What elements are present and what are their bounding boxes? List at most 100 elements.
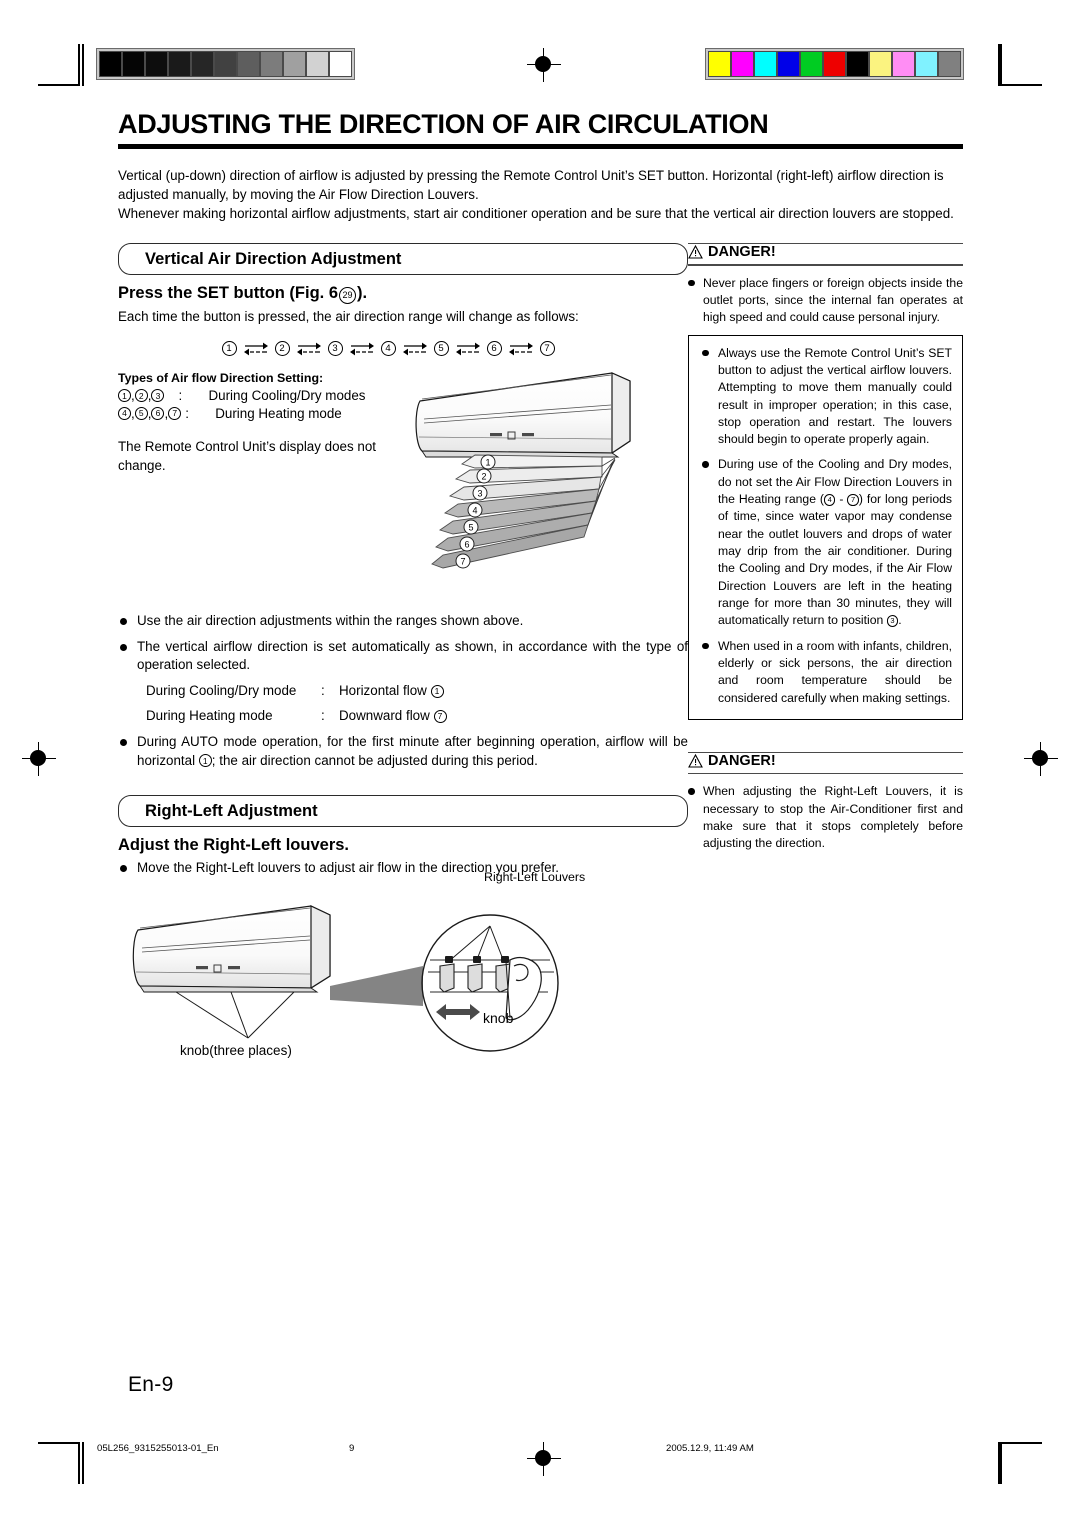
danger-block-2: DANGER! When adjusting the Right-Left Lo… xyxy=(688,752,963,853)
types-row-cooling: 1,2,3 : During Cooling/Dry modes xyxy=(118,387,418,405)
circled-number-ref: 1 xyxy=(198,754,212,768)
crop-mark-top-right xyxy=(1000,44,1042,86)
grayscale-patch-0 xyxy=(99,51,122,77)
types-row-heating-label: During Heating mode xyxy=(215,405,342,421)
sequence-bidirectional-arrow-icon xyxy=(349,341,375,357)
grayscale-patch-4 xyxy=(191,51,214,77)
crop-mark-bottom-left-inner xyxy=(82,1442,84,1484)
color-patch-9 xyxy=(915,51,938,77)
circled-number-ref: 7 xyxy=(847,494,859,506)
types-and-figure-row: Types of Air flow Direction Setting: 1,2… xyxy=(118,369,688,602)
mode-row-cooling-value: Horizontal flow 1 xyxy=(339,682,444,701)
color-calibration-strip xyxy=(705,48,964,80)
sequence-circled-number-6: 6 xyxy=(486,341,502,357)
svg-text:2: 2 xyxy=(481,471,486,481)
grayscale-calibration-strip xyxy=(96,48,355,80)
circled-number-ref: 4 xyxy=(823,494,836,506)
svg-text:6: 6 xyxy=(464,539,469,549)
types-row-heating: 4,5,6,7 : During Heating mode xyxy=(118,405,418,423)
registration-target-right xyxy=(1024,742,1058,776)
sequence-circled-number-2: 2 xyxy=(274,341,290,357)
section-banner-rightleft-label: Right-Left Adjustment xyxy=(145,801,318,820)
figure-label-right-left-louvers: Right-Left Louvers xyxy=(484,870,586,885)
danger-1-rule-under xyxy=(688,264,963,266)
sequence-circled-number-5: 5 xyxy=(433,341,449,357)
intro-paragraph: Vertical (up-down) direction of airflow … xyxy=(118,167,954,221)
bullet-auto-set: The vertical airflow direction is set au… xyxy=(118,638,688,676)
adjust-rightleft-heading: Adjust the Right-Left louvers. xyxy=(118,836,349,855)
crop-mark-top-left-inner xyxy=(82,44,84,86)
danger-1-b2-text-b: - xyxy=(835,492,848,507)
danger-2-bullet-stop-unit: When adjusting the Right-Left Louvers, i… xyxy=(688,783,963,852)
page-title: ADJUSTING THE DIRECTION OF AIR CIRCULATI… xyxy=(118,109,769,139)
circled-3: 3 xyxy=(151,389,165,403)
footer-timestamp: 2005.12.9, 11:49 AM xyxy=(666,1443,754,1454)
svg-text:5: 5 xyxy=(468,522,473,532)
types-row-heating-numbers: 4,5,6,7 xyxy=(118,405,182,423)
mode-row-cooling-separator: : xyxy=(321,683,325,699)
airflow-sequence: 1 2 3 4 5 6 7 xyxy=(118,341,688,357)
mode-row-cooling-label: During Cooling/Dry mode xyxy=(146,683,297,699)
danger-1-b2-text-d: . xyxy=(898,613,902,628)
circled-2: 2 xyxy=(134,389,148,403)
grayscale-patch-7 xyxy=(260,51,283,77)
circled-7: 7 xyxy=(168,406,182,420)
footer-page-number: 9 xyxy=(349,1443,355,1454)
two-column-layout: Vertical Air Direction Adjustment Press … xyxy=(118,243,963,1068)
right-left-louvers-diagram: Right-Left Louvers knob knob(three place… xyxy=(118,870,688,1068)
color-patch-1 xyxy=(731,51,754,77)
warning-triangle-icon xyxy=(688,245,703,259)
mode-row-cooling: During Cooling/Dry mode : Horizontal flo… xyxy=(146,682,688,701)
mode-row-heating-value: Downward flow 7 xyxy=(339,707,447,726)
press-set-button-heading: Press the SET button (Fig. 6 29). xyxy=(118,284,688,305)
registration-target-bottom xyxy=(527,1442,561,1476)
bullet-auto-mode: During AUTO mode operation, for the firs… xyxy=(118,733,688,771)
types-row-cooling-label: During Cooling/Dry modes xyxy=(208,387,366,403)
danger-1-bullet-cooling-range: During use of the Cooling and Dry modes,… xyxy=(699,456,952,629)
grayscale-patch-1 xyxy=(122,51,145,77)
figure-label-knob: knob xyxy=(483,1010,514,1027)
danger-1-bullet-infants: When used in a room with infants, childr… xyxy=(699,638,952,707)
grayscale-patch-8 xyxy=(283,51,306,77)
sequence-circled-number-1: 1 xyxy=(221,341,237,357)
types-row-cooling-separator: : xyxy=(178,387,183,403)
danger-2-list: When adjusting the Right-Left Louvers, i… xyxy=(688,783,963,852)
heading-post-text: ). xyxy=(357,284,368,303)
sequence-circled-number-4: 4 xyxy=(380,341,396,357)
left-column: Vertical Air Direction Adjustment Press … xyxy=(118,243,688,1068)
svg-text:3: 3 xyxy=(477,488,482,498)
section-banner-vertical: Vertical Air Direction Adjustment xyxy=(118,243,688,276)
circled-number-ref: 3 xyxy=(886,615,899,627)
crop-mark-top-left xyxy=(38,44,80,86)
types-row-cooling-numbers: 1,2,3 xyxy=(118,387,165,405)
circled-6: 6 xyxy=(151,406,165,420)
circled-number-ref: 7 xyxy=(433,709,447,723)
danger-2-rule-under xyxy=(688,773,963,775)
color-patch-0 xyxy=(708,51,731,77)
grayscale-patch-9 xyxy=(306,51,329,77)
color-patch-8 xyxy=(892,51,915,77)
grayscale-patch-6 xyxy=(237,51,260,77)
danger-1-bullet-set-button: Always use the Remote Control Unit’s SET… xyxy=(699,345,952,449)
color-patch-4 xyxy=(800,51,823,77)
section-banner-rightleft: Right-Left Adjustment xyxy=(118,795,688,828)
crop-mark-bottom-right xyxy=(1000,1442,1042,1484)
registration-target-left xyxy=(22,742,56,776)
danger-1-inner-list: Always use the Remote Control Unit’s SET… xyxy=(699,345,952,708)
page-content: ADJUSTING THE DIRECTION OF AIR CIRCULATI… xyxy=(118,109,963,1068)
svg-text:4: 4 xyxy=(472,505,477,515)
warning-triangle-icon xyxy=(688,754,703,768)
sequence-bidirectional-arrow-icon xyxy=(296,341,322,357)
grayscale-patch-2 xyxy=(145,51,168,77)
circled-5: 5 xyxy=(134,406,148,420)
sequence-bidirectional-arrow-icon xyxy=(243,341,269,357)
registration-target-top xyxy=(527,48,561,82)
mode-row-heating-label: During Heating mode xyxy=(146,707,273,723)
danger-1-b2-text-c: ) for long periods of time, since water … xyxy=(718,492,952,628)
color-patch-10 xyxy=(938,51,961,77)
right-column: DANGER! Never place fingers or foreign o… xyxy=(688,243,963,861)
grayscale-patch-5 xyxy=(214,51,237,77)
sequence-circled-number-7: 7 xyxy=(539,341,555,357)
footer-filename: 05L256_9315255013-01_En xyxy=(97,1443,219,1454)
danger-1-bullet-fingers: Never place fingers or foreign objects i… xyxy=(688,275,963,327)
